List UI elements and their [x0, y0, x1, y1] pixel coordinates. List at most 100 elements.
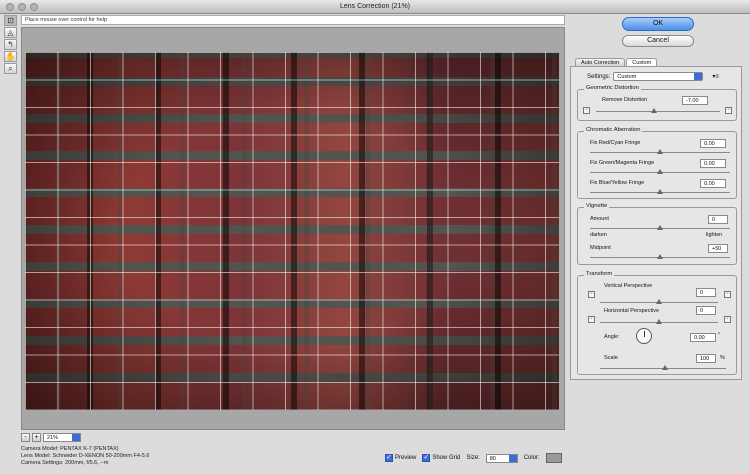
lighten-label: lighten [706, 232, 723, 238]
remove-distortion-label: Remove Distortion [602, 97, 648, 103]
show-grid-checkbox-wrap[interactable]: ✓ Show Grid [422, 454, 460, 462]
fix-green-magenta-label: Fix Green/Magenta Fringe [590, 160, 655, 166]
preview-checkbox[interactable]: ✓ [385, 454, 393, 462]
remove-distortion-tool-icon[interactable]: ⊡ [4, 15, 17, 26]
pincushion-icon: ▫ [583, 107, 590, 114]
settings-label: Settings: [587, 73, 611, 80]
grid-color-swatch[interactable] [545, 453, 562, 463]
window-controls [6, 3, 38, 11]
vignette-midpoint-label: Midpoint [590, 245, 611, 251]
settings-row: Settings: Custom ▾≡ [587, 72, 719, 81]
zoom-tool-icon[interactable]: ⌕ [4, 63, 17, 74]
bottom-controls: ✓ Preview ✓ Show Grid Size: 80 Color: [385, 452, 562, 464]
cancel-button[interactable]: Cancel [622, 35, 694, 47]
fix-green-magenta-slider[interactable] [590, 169, 730, 174]
vertical-perspective-slider[interactable] [600, 299, 718, 304]
horizontal-perspective-slider[interactable] [600, 319, 718, 324]
transform-title: Transform [584, 271, 615, 277]
horizontal-perspective-right-icon: ▫ [724, 316, 731, 323]
vignette-amount-thumb[interactable] [657, 225, 663, 230]
fix-red-cyan-label: Fix Red/Cyan Fringe [590, 140, 641, 146]
fix-red-cyan-slider[interactable] [590, 149, 730, 154]
fix-blue-yellow-label: Fix Blue/Yellow Fringe [590, 180, 645, 186]
vignette-midpoint-thumb[interactable] [657, 254, 663, 259]
fix-red-cyan-input[interactable]: 0.00 [700, 139, 726, 148]
size-label: Size: [466, 455, 480, 461]
grid-size-select[interactable]: 80 [485, 453, 518, 463]
angle-unit: ° [718, 332, 721, 338]
fix-blue-yellow-input[interactable]: 0.00 [700, 179, 726, 188]
vignette-amount-label: Amount [590, 216, 609, 222]
scale-input[interactable]: 100 [696, 354, 716, 363]
camera-model: Camera Model: PENTAX K-7 (PENTAX) [21, 446, 119, 452]
toolbox: ⊡ ◬ ↰ ✋ ⌕ [4, 15, 18, 74]
vertical-perspective-input[interactable]: 0 [696, 288, 716, 297]
vertical-perspective-thumb[interactable] [656, 299, 662, 304]
preview-canvas[interactable] [21, 27, 565, 430]
hand-tool-icon[interactable]: ✋ [4, 51, 17, 62]
barrel-icon: ▫ [725, 107, 732, 114]
zoom-level-select[interactable]: 21% [43, 432, 81, 442]
horizontal-perspective-thumb[interactable] [656, 319, 662, 324]
horizontal-perspective-left-icon: ▫ [588, 316, 595, 323]
lens-model: Lens Model: Schneider D-XENON 50-200mm F… [21, 453, 150, 459]
zoom-out-button[interactable]: - [21, 432, 30, 442]
vignette-group: Vignette Amount 0 darken lighten Midpoin… [577, 203, 737, 265]
minimize-window-button[interactable] [18, 3, 26, 11]
fix-blue-yellow-slider[interactable] [590, 189, 730, 194]
straighten-tool-icon[interactable]: ◬ [4, 27, 17, 38]
vignette-title: Vignette [584, 203, 610, 209]
zoom-window-button[interactable] [30, 3, 38, 11]
grid-size-value: 80 [489, 455, 496, 462]
geometric-distortion-group: Geometric Distortion Remove Distortion -… [577, 85, 737, 121]
remove-distortion-slider[interactable] [596, 108, 720, 113]
vertical-perspective-right-icon: ▫ [724, 291, 731, 298]
angle-label: Angle: [604, 334, 620, 340]
chevron-down-icon [694, 73, 703, 80]
window-titlebar: Lens Correction (21%) [0, 0, 750, 14]
vignette-midpoint-input[interactable]: +50 [708, 244, 728, 253]
zoom-in-button[interactable]: + [32, 432, 41, 442]
preview-checkbox-wrap[interactable]: ✓ Preview [385, 454, 416, 462]
fix-red-cyan-thumb[interactable] [657, 149, 663, 154]
ok-button[interactable]: OK [622, 17, 694, 31]
settings-select[interactable]: Custom [613, 72, 704, 81]
chevron-down-icon [72, 433, 80, 441]
window-title: Lens Correction (21%) [339, 3, 411, 10]
remove-distortion-thumb[interactable] [650, 108, 657, 113]
zoom-bar: - + 21% [21, 432, 81, 442]
fix-blue-yellow-thumb[interactable] [657, 189, 663, 194]
geometric-distortion-title: Geometric Distortion [584, 85, 641, 91]
vignette-amount-slider[interactable] [590, 225, 730, 230]
vignette-midpoint-slider[interactable] [590, 254, 730, 259]
settings-menu-icon[interactable]: ▾≡ [712, 73, 719, 80]
angle-dial[interactable] [636, 328, 652, 344]
scale-slider[interactable] [600, 365, 726, 370]
preview-image[interactable] [25, 52, 559, 410]
angle-input[interactable]: 0.00 [690, 333, 716, 342]
show-grid-checkbox[interactable]: ✓ [422, 454, 431, 462]
horizontal-perspective-label: Horizontal Perspective [604, 308, 660, 314]
scale-label: Scale [604, 355, 618, 361]
color-label: Color: [523, 455, 540, 461]
camera-info: Camera Model: PENTAX K-7 (PENTAX) Lens M… [21, 446, 149, 467]
horizontal-perspective-input[interactable]: 0 [696, 306, 716, 315]
chromatic-aberration-group: Chromatic Aberration Fix Red/Cyan Fringe… [577, 127, 737, 199]
vignette-amount-input[interactable]: 0 [708, 215, 728, 224]
scale-unit: % [720, 355, 725, 361]
camera-settings: Camera Settings: 200mm, f/5.6, --m [21, 460, 109, 466]
move-grid-tool-icon[interactable]: ↰ [4, 39, 17, 50]
scale-thumb[interactable] [662, 365, 668, 370]
help-text-bar: Place mouse over control for help [21, 15, 565, 25]
settings-value: Custom [617, 74, 637, 80]
transform-group: Transform Vertical Perspective 0 ▫ ▫ Hor… [577, 271, 737, 375]
alignment-grid [25, 52, 559, 410]
fix-green-magenta-thumb[interactable] [657, 169, 663, 174]
chromatic-aberration-title: Chromatic Aberration [584, 127, 643, 133]
show-grid-label: Show Grid [432, 455, 461, 461]
remove-distortion-input[interactable]: -7.00 [682, 96, 708, 105]
darken-label: darken [590, 232, 607, 238]
custom-panel: Settings: Custom ▾≡ Geometric Distortion… [570, 66, 742, 380]
fix-green-magenta-input[interactable]: 0.00 [700, 159, 726, 168]
close-window-button[interactable] [6, 3, 14, 11]
